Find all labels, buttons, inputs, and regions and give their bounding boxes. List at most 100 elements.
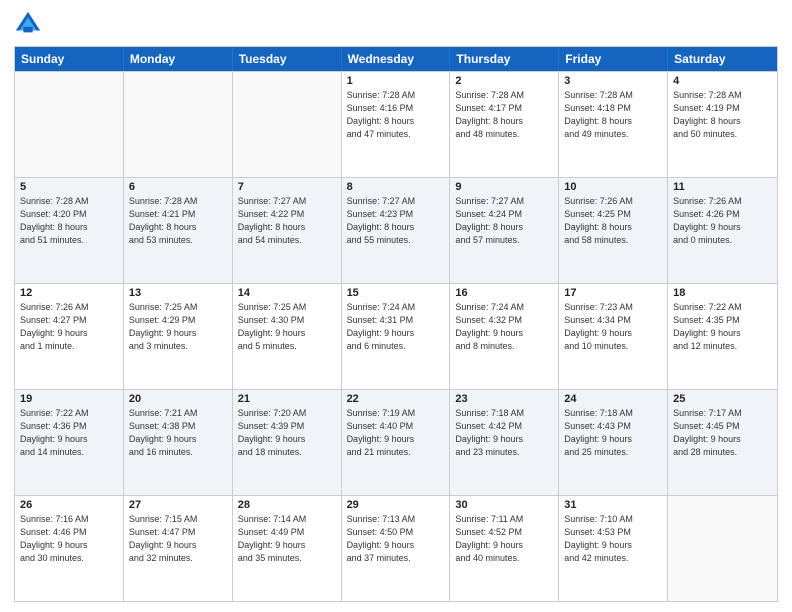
day-number: 17 (564, 287, 662, 299)
day-info: Sunrise: 7:28 AM Sunset: 4:20 PM Dayligh… (20, 195, 118, 247)
day-number: 5 (20, 181, 118, 193)
day-info: Sunrise: 7:25 AM Sunset: 4:30 PM Dayligh… (238, 301, 336, 353)
weekday-header: Sunday (15, 47, 124, 71)
day-info: Sunrise: 7:23 AM Sunset: 4:34 PM Dayligh… (564, 301, 662, 353)
calendar-cell (668, 496, 777, 601)
calendar-cell: 11 Sunrise: 7:26 AM Sunset: 4:26 PM Dayli… (668, 178, 777, 283)
day-number: 6 (129, 181, 227, 193)
calendar-cell: 2 Sunrise: 7:28 AM Sunset: 4:17 PM Daylig… (450, 72, 559, 177)
calendar-cell: 30Sunrise: 7:11 AM Sunset: 4:52 PM Dayli… (450, 496, 559, 601)
calendar-cell: 13 Sunrise: 7:25 AM Sunset: 4:29 PM Dayli… (124, 284, 233, 389)
day-info: Sunrise: 7:24 AM Sunset: 4:32 PM Dayligh… (455, 301, 553, 353)
day-info: Sunrise: 7:16 AM Sunset: 4:46 PM Dayligh… (20, 513, 118, 565)
day-number: 24 (564, 393, 662, 405)
weekday-header: Tuesday (233, 47, 342, 71)
weekday-header: Monday (124, 47, 233, 71)
page-container: SundayMondayTuesdayWednesdayThursdayFrid… (0, 0, 792, 612)
day-number: 2 (455, 75, 553, 87)
calendar-row: 12Sunrise: 7:26 AM Sunset: 4:27 PM Dayli… (15, 283, 777, 389)
calendar-cell: 7 Sunrise: 7:27 AM Sunset: 4:22 PM Daylig… (233, 178, 342, 283)
calendar-cell: 12Sunrise: 7:26 AM Sunset: 4:27 PM Dayli… (15, 284, 124, 389)
day-number: 8 (347, 181, 445, 193)
day-info: Sunrise: 7:13 AM Sunset: 4:50 PM Dayligh… (347, 513, 445, 565)
day-number: 26 (20, 499, 118, 511)
day-number: 22 (347, 393, 445, 405)
day-info: Sunrise: 7:15 AM Sunset: 4:47 PM Dayligh… (129, 513, 227, 565)
logo (14, 10, 46, 38)
calendar-cell: 14 Sunrise: 7:25 AM Sunset: 4:30 PM Dayli… (233, 284, 342, 389)
calendar-row: 5 Sunrise: 7:28 AM Sunset: 4:20 PM Daylig… (15, 177, 777, 283)
day-number: 31 (564, 499, 662, 511)
day-number: 13 (129, 287, 227, 299)
calendar-cell: 6 Sunrise: 7:28 AM Sunset: 4:21 PM Daylig… (124, 178, 233, 283)
calendar-cell: 3Sunrise: 7:28 AM Sunset: 4:18 PM Daylig… (559, 72, 668, 177)
day-number: 14 (238, 287, 336, 299)
day-number: 1 (347, 75, 445, 87)
calendar-cell: 26 Sunrise: 7:16 AM Sunset: 4:46 PM Dayli… (15, 496, 124, 601)
day-info: Sunrise: 7:26 AM Sunset: 4:25 PM Dayligh… (564, 195, 662, 247)
day-number: 11 (673, 181, 772, 193)
calendar-cell: 21 Sunrise: 7:20 AM Sunset: 4:39 PM Dayli… (233, 390, 342, 495)
day-info: Sunrise: 7:17 AM Sunset: 4:45 PM Dayligh… (673, 407, 772, 459)
day-info: Sunrise: 7:21 AM Sunset: 4:38 PM Dayligh… (129, 407, 227, 459)
calendar-cell: 20Sunrise: 7:21 AM Sunset: 4:38 PM Dayli… (124, 390, 233, 495)
day-info: Sunrise: 7:28 AM Sunset: 4:18 PM Dayligh… (564, 89, 662, 141)
day-number: 16 (455, 287, 553, 299)
day-number: 10 (564, 181, 662, 193)
day-info: Sunrise: 7:10 AM Sunset: 4:53 PM Dayligh… (564, 513, 662, 565)
day-info: Sunrise: 7:28 AM Sunset: 4:17 PM Dayligh… (455, 89, 553, 141)
calendar-row: 1 Sunrise: 7:28 AM Sunset: 4:16 PM Daylig… (15, 71, 777, 177)
calendar-cell: 16 Sunrise: 7:24 AM Sunset: 4:32 PM Dayli… (450, 284, 559, 389)
day-info: Sunrise: 7:22 AM Sunset: 4:35 PM Dayligh… (673, 301, 772, 353)
calendar-cell: 1 Sunrise: 7:28 AM Sunset: 4:16 PM Daylig… (342, 72, 451, 177)
day-info: Sunrise: 7:28 AM Sunset: 4:16 PM Dayligh… (347, 89, 445, 141)
logo-icon (14, 10, 42, 38)
day-info: Sunrise: 7:28 AM Sunset: 4:19 PM Dayligh… (673, 89, 772, 141)
calendar-cell: 10 Sunrise: 7:26 AM Sunset: 4:25 PM Dayli… (559, 178, 668, 283)
day-number: 27 (129, 499, 227, 511)
calendar-row: 26 Sunrise: 7:16 AM Sunset: 4:46 PM Dayli… (15, 495, 777, 601)
day-info: Sunrise: 7:18 AM Sunset: 4:43 PM Dayligh… (564, 407, 662, 459)
day-number: 25 (673, 393, 772, 405)
day-info: Sunrise: 7:25 AM Sunset: 4:29 PM Dayligh… (129, 301, 227, 353)
calendar-cell: 8Sunrise: 7:27 AM Sunset: 4:23 PM Daylig… (342, 178, 451, 283)
day-info: Sunrise: 7:22 AM Sunset: 4:36 PM Dayligh… (20, 407, 118, 459)
calendar-cell: 17 Sunrise: 7:23 AM Sunset: 4:34 PM Dayli… (559, 284, 668, 389)
calendar-header: SundayMondayTuesdayWednesdayThursdayFrid… (15, 47, 777, 71)
day-number: 19 (20, 393, 118, 405)
calendar-cell (233, 72, 342, 177)
calendar-cell: 27 Sunrise: 7:15 AM Sunset: 4:47 PM Dayli… (124, 496, 233, 601)
calendar-cell: 15Sunrise: 7:24 AM Sunset: 4:31 PM Dayli… (342, 284, 451, 389)
calendar-cell (124, 72, 233, 177)
weekday-header: Saturday (668, 47, 777, 71)
day-info: Sunrise: 7:27 AM Sunset: 4:24 PM Dayligh… (455, 195, 553, 247)
day-number: 29 (347, 499, 445, 511)
day-info: Sunrise: 7:18 AM Sunset: 4:42 PM Dayligh… (455, 407, 553, 459)
calendar-cell: 28 Sunrise: 7:14 AM Sunset: 4:49 PM Dayli… (233, 496, 342, 601)
day-number: 23 (455, 393, 553, 405)
calendar-row: 19 Sunrise: 7:22 AM Sunset: 4:36 PM Dayli… (15, 389, 777, 495)
day-info: Sunrise: 7:27 AM Sunset: 4:22 PM Dayligh… (238, 195, 336, 247)
calendar-cell (15, 72, 124, 177)
calendar-cell: 18 Sunrise: 7:22 AM Sunset: 4:35 PM Dayli… (668, 284, 777, 389)
day-number: 7 (238, 181, 336, 193)
day-number: 18 (673, 287, 772, 299)
day-info: Sunrise: 7:28 AM Sunset: 4:21 PM Dayligh… (129, 195, 227, 247)
day-info: Sunrise: 7:26 AM Sunset: 4:26 PM Dayligh… (673, 195, 772, 247)
day-number: 30 (455, 499, 553, 511)
calendar-cell: 25 Sunrise: 7:17 AM Sunset: 4:45 PM Dayli… (668, 390, 777, 495)
day-info: Sunrise: 7:14 AM Sunset: 4:49 PM Dayligh… (238, 513, 336, 565)
calendar-cell: 29 Sunrise: 7:13 AM Sunset: 4:50 PM Dayli… (342, 496, 451, 601)
day-info: Sunrise: 7:20 AM Sunset: 4:39 PM Dayligh… (238, 407, 336, 459)
day-number: 15 (347, 287, 445, 299)
weekday-header: Friday (559, 47, 668, 71)
calendar-cell: 22Sunrise: 7:19 AM Sunset: 4:40 PM Dayli… (342, 390, 451, 495)
weekday-header: Wednesday (342, 47, 451, 71)
day-number: 28 (238, 499, 336, 511)
day-info: Sunrise: 7:26 AM Sunset: 4:27 PM Dayligh… (20, 301, 118, 353)
calendar-body: 1 Sunrise: 7:28 AM Sunset: 4:16 PM Daylig… (15, 71, 777, 601)
calendar-cell: 31 Sunrise: 7:10 AM Sunset: 4:53 PM Dayli… (559, 496, 668, 601)
page-header (14, 10, 778, 38)
day-number: 21 (238, 393, 336, 405)
calendar-cell: 19 Sunrise: 7:22 AM Sunset: 4:36 PM Dayli… (15, 390, 124, 495)
